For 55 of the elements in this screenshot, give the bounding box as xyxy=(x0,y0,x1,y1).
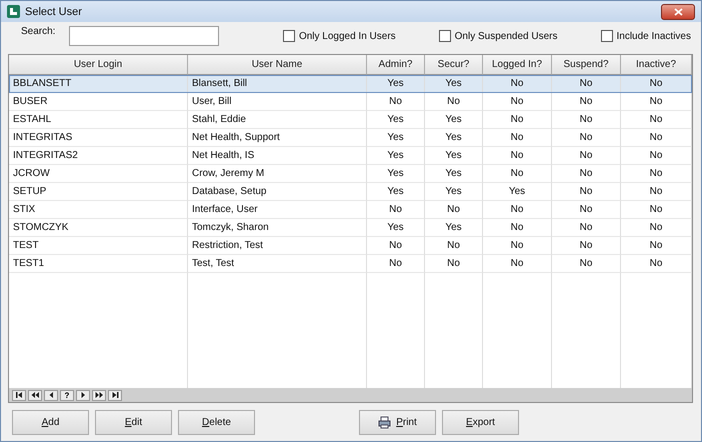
table-cell: No xyxy=(425,255,483,273)
table-cell: Test, Test xyxy=(188,255,367,273)
table-row[interactable]: JCROW Crow, Jeremy M Yes Yes No No No xyxy=(9,165,692,183)
close-icon xyxy=(674,8,682,16)
last-page-button[interactable] xyxy=(108,390,122,400)
checkbox[interactable] xyxy=(282,30,295,42)
table-row[interactable]: STOMCZYK Tomczyk, Sharon Yes Yes No No No xyxy=(9,219,692,237)
search-label: Search: xyxy=(21,26,56,37)
first-page-icon xyxy=(14,391,24,399)
checkbox[interactable] xyxy=(438,30,451,42)
table-row[interactable]: SETUP Database, Setup Yes Yes Yes No No xyxy=(9,183,692,201)
table-row[interactable]: INTEGRITAS2 Net Health, IS Yes Yes No No No xyxy=(9,147,692,165)
table-row[interactable]: STIX Interface, User No No No No No xyxy=(9,201,692,219)
action-button[interactable]: Edit xyxy=(95,410,172,435)
column-header[interactable]: User Name xyxy=(188,55,367,75)
table-row[interactable]: INTEGRITAS Net Health, Support Yes Yes No No No xyxy=(9,129,692,147)
fast-forward-icon xyxy=(94,391,104,399)
table-row[interactable]: BUSER User, Bill No No No No No xyxy=(9,93,692,111)
action-button[interactable]: Add xyxy=(12,410,89,435)
window-title: Select User xyxy=(25,6,82,18)
checkbox-label: Include Inactives xyxy=(616,30,691,42)
table-row[interactable]: BBLANSETT Blansett, Bill Yes Yes No No No xyxy=(9,75,692,93)
rewind-icon xyxy=(30,391,40,399)
last-page-icon xyxy=(110,391,120,399)
previous-button[interactable] xyxy=(44,390,58,400)
table-cell: No xyxy=(483,255,552,273)
table-cell: No xyxy=(367,255,425,273)
column-header[interactable]: Inactive? xyxy=(621,55,692,75)
printer-icon xyxy=(378,416,392,429)
first-page-button[interactable] xyxy=(12,390,26,400)
column-header[interactable]: Logged In? xyxy=(483,55,552,75)
table-row[interactable]: TEST1 Test, Test No No No No No xyxy=(9,255,692,273)
close-button[interactable] xyxy=(661,4,695,20)
table-row[interactable]: ESTAHL Stahl, Eddie Yes Yes No No No xyxy=(9,111,692,129)
checkbox[interactable] xyxy=(600,30,612,42)
table-cell: No xyxy=(621,255,692,273)
checkbox-label: Only Suspended Users xyxy=(454,30,558,42)
search-field[interactable] xyxy=(69,26,219,46)
next-icon xyxy=(78,391,88,399)
action-button[interactable]: Delete xyxy=(178,410,255,435)
table-cell: TEST1 xyxy=(9,255,188,273)
column-header[interactable]: Secur? xyxy=(425,55,483,75)
fast-forward-button[interactable] xyxy=(92,390,106,400)
table-cell: No xyxy=(552,255,621,273)
column-header[interactable]: User Login xyxy=(9,55,188,75)
next-button[interactable] xyxy=(76,390,90,400)
column-header[interactable]: Suspend? xyxy=(552,55,621,75)
print-button[interactable]: Print xyxy=(359,410,436,435)
rewind-button[interactable] xyxy=(28,390,42,400)
app-icon xyxy=(7,5,20,18)
column-header[interactable]: Admin? xyxy=(367,55,425,75)
action-button[interactable]: Export xyxy=(442,410,519,435)
table-row[interactable]: TEST Restriction, Test No No No No No xyxy=(9,237,692,255)
checkbox-label: Only Logged In Users xyxy=(298,30,396,42)
navigator-button[interactable]: ? xyxy=(60,390,74,400)
